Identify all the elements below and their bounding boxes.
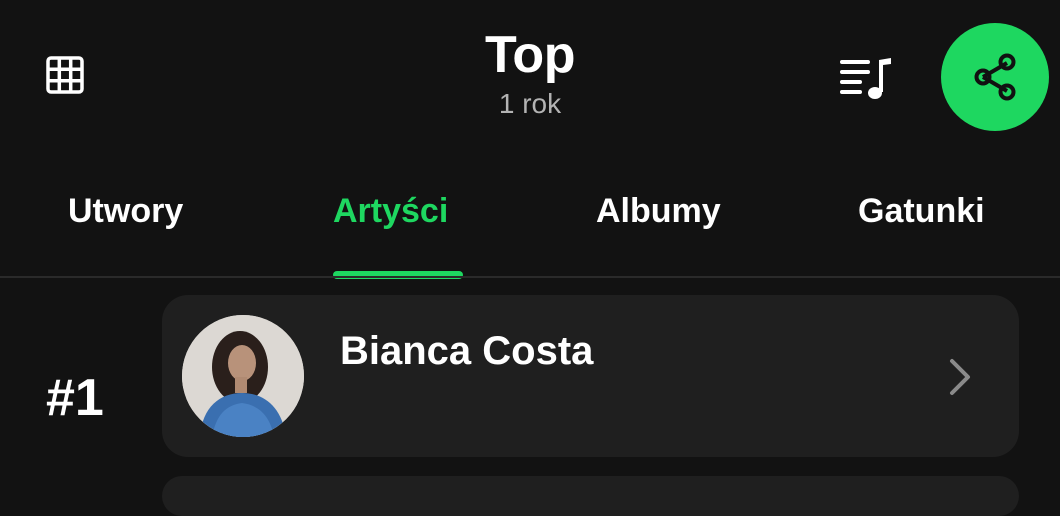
share-icon [974,53,1016,101]
tab-utwory[interactable]: Utwory [68,192,183,231]
tab-artysci[interactable]: Artyści [333,192,448,231]
tabs-divider [0,276,1060,278]
rank-number: #1 [46,369,104,427]
chevron-right-icon [950,359,970,395]
tab-albumy[interactable]: Albumy [596,192,721,231]
grid-icon [46,56,84,94]
music-queue-icon [840,58,891,99]
artist-list-item-partial[interactable] [162,476,1019,516]
category-tabs: Utwory Artyści Albumy Gatunki [0,170,1060,279]
share-button[interactable] [941,23,1049,131]
page-title: Top [485,26,575,84]
artist-list-item[interactable]: Bianca Costa [162,295,1019,457]
title-block: Top 1 rok [380,24,680,122]
artist-name: Bianca Costa [340,329,594,373]
artist-avatar [182,315,304,437]
grid-view-button[interactable] [36,46,94,104]
time-range-label: 1 rok [498,88,562,119]
tab-gatunki[interactable]: Gatunki [858,192,985,231]
playlist-button[interactable] [834,46,898,110]
top-header: Top 1 rok [0,0,1060,150]
